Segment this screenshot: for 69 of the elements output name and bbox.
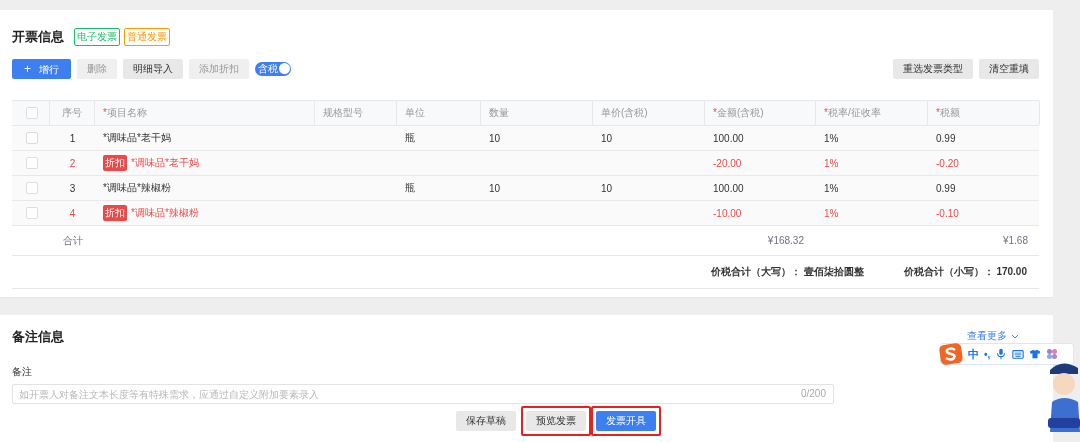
toolbar-button[interactable]: 重选发票类型 [893, 59, 973, 79]
row-checkbox[interactable] [26, 132, 38, 144]
table-cell: 10 [601, 182, 613, 194]
discount-tag: 折扣 [103, 205, 127, 221]
table-cell: 0.99 [936, 182, 956, 194]
toolbar-button[interactable]: 明细导入 [123, 59, 183, 79]
table-cell: 2 [69, 157, 76, 169]
table-cell: 1 [69, 132, 76, 144]
row-checkbox[interactable] [26, 157, 38, 169]
table-cell: -0.10 [936, 207, 959, 219]
column-header: 数量 [489, 106, 509, 120]
ime-logo-icon[interactable] [939, 343, 963, 365]
total-tax: ¥1.68 [1002, 235, 1028, 246]
select-all-checkbox[interactable] [26, 107, 38, 119]
tax-total-text: 价税合计（小写）： 170.00 [903, 265, 1027, 279]
column-header: *税率/征收率 [824, 106, 881, 120]
tax-total-text: 价税合计（大写）： 壹佰柒拾圆整 [710, 265, 864, 279]
column-header: 序号 [62, 106, 82, 120]
column-header: *金额(含税) [713, 106, 764, 120]
table-cell: 1% [824, 157, 839, 169]
ime-language-toggle[interactable]: 中 [968, 346, 979, 362]
table-cell: 瓶 [405, 181, 415, 195]
add-row-button[interactable]: + 增行 [12, 59, 71, 79]
section-title: 备注信息 [12, 328, 64, 346]
table-cell: -0.20 [936, 157, 959, 169]
row-checkbox[interactable] [26, 182, 38, 194]
column-header: *项目名称 [103, 106, 147, 120]
toolbar-button[interactable]: 清空重填 [979, 59, 1039, 79]
total-label: 合计 [62, 233, 83, 248]
table-cell: 1% [824, 182, 839, 194]
table-cell: 10 [489, 182, 501, 194]
table-cell: 100.00 [713, 182, 744, 194]
tax-toggle[interactable]: 含税 [255, 62, 291, 76]
grid-icon[interactable] [1046, 348, 1059, 360]
table-cell: 1% [824, 132, 839, 144]
table-cell: -10.00 [713, 207, 742, 219]
column-header: 规格型号 [323, 106, 363, 120]
keyboard-icon[interactable] [1012, 348, 1025, 360]
column-header: *税额 [936, 106, 960, 120]
table-cell: *调味品*老干妈 [131, 156, 199, 170]
microphone-icon[interactable] [995, 348, 1008, 360]
field-label: 备注 [12, 365, 33, 379]
table-cell: 4 [69, 207, 76, 219]
shirt-icon[interactable] [1029, 348, 1042, 360]
table-cell: *调味品*老干妈 [103, 131, 171, 145]
row-checkbox[interactable] [26, 207, 38, 219]
table-cell: 0.99 [936, 132, 956, 144]
view-more-link[interactable]: 查看更多 [967, 329, 1007, 343]
table-cell: 100.00 [713, 132, 744, 144]
character-counter: 0/200 [800, 388, 826, 399]
invoice-type-tag: 电子发票 [74, 28, 120, 46]
table-cell: *调味品*辣椒粉 [103, 181, 171, 195]
table-cell: 瓶 [405, 131, 415, 145]
ime-punctuation-toggle[interactable]: •, [984, 348, 991, 360]
table-cell: 1% [824, 207, 839, 219]
table-cell: *调味品*辣椒粉 [131, 206, 199, 220]
table-cell: 10 [601, 132, 613, 144]
column-header: 单位 [405, 106, 425, 120]
column-header: 单价(含税) [601, 106, 648, 120]
table-cell: 3 [69, 182, 76, 194]
section-title: 开票信息 [12, 28, 64, 46]
chevron-down-icon[interactable] [1011, 333, 1019, 339]
footer-button[interactable]: 发票开具 [590, 406, 661, 436]
total-amount: ¥168.32 [767, 235, 804, 246]
discount-tag: 折扣 [103, 155, 127, 171]
footer-button[interactable]: 预览发票 [520, 406, 591, 436]
table-cell: 10 [489, 132, 501, 144]
invoice-type-tag: 普通发票 [124, 28, 170, 46]
table-cell: -20.00 [713, 157, 742, 169]
